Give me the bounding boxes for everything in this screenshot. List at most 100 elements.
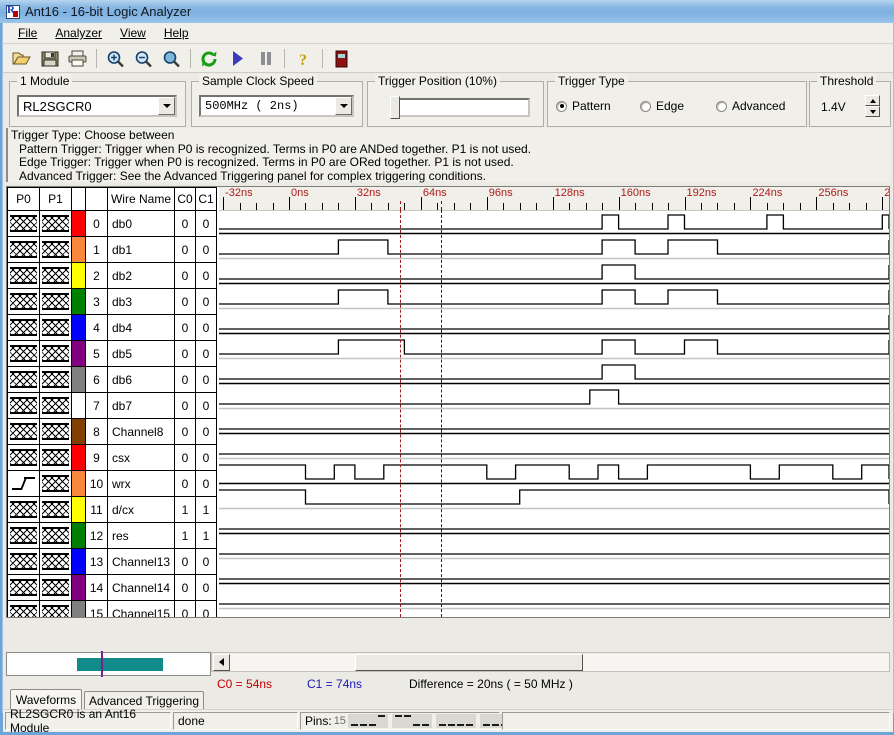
p1-cell[interactable] [40, 237, 72, 263]
scrollbar-track[interactable] [230, 654, 889, 671]
menu-item-file[interactable]: File [9, 24, 46, 42]
chevron-down-icon[interactable] [158, 97, 175, 115]
p1-cell[interactable] [40, 601, 72, 619]
print-icon[interactable] [65, 47, 90, 71]
p0-cell[interactable] [8, 497, 40, 523]
p0-cell[interactable] [8, 289, 40, 315]
p1-cell[interactable] [40, 211, 72, 237]
channel-name-cell[interactable]: db5 [108, 341, 175, 367]
module-select[interactable]: RL2SGCR0 [17, 95, 177, 117]
p0-cell[interactable] [8, 523, 40, 549]
zoom-in-icon[interactable] [103, 47, 128, 71]
p0-cell[interactable] [8, 471, 40, 497]
p1-cell[interactable] [40, 315, 72, 341]
zoom-fit-icon[interactable] [159, 47, 184, 71]
channel-name-cell[interactable]: db7 [108, 393, 175, 419]
channel-name-cell[interactable]: db4 [108, 315, 175, 341]
table-row[interactable]: 15Channel1500 [8, 601, 217, 619]
p1-cell[interactable] [40, 575, 72, 601]
scroll-left-button[interactable] [213, 654, 230, 671]
tab-waveforms[interactable]: Waveforms [10, 689, 82, 709]
cursor-c0[interactable] [400, 210, 401, 617]
p0-cell[interactable] [8, 575, 40, 601]
p0-cell[interactable] [8, 445, 40, 471]
radio-advanced[interactable]: Advanced [716, 99, 785, 113]
p1-cell[interactable] [40, 471, 72, 497]
table-row[interactable]: 9csx00 [8, 445, 217, 471]
p0-cell[interactable] [8, 419, 40, 445]
menu-item-analyzer[interactable]: Analyzer [46, 24, 111, 42]
channel-name-cell[interactable]: Channel8 [108, 419, 175, 445]
table-row[interactable]: 7db700 [8, 393, 217, 419]
channel-name-cell[interactable]: d/cx [108, 497, 175, 523]
menu-item-help[interactable]: Help [155, 24, 198, 42]
menu-item-view[interactable]: View [111, 24, 155, 42]
trigger-position-slider[interactable] [390, 98, 530, 117]
save-file-icon[interactable] [37, 47, 62, 71]
p0-cell[interactable] [8, 367, 40, 393]
channel-name-cell[interactable]: Channel13 [108, 549, 175, 575]
p0-cell[interactable] [8, 549, 40, 575]
channel-name-cell[interactable]: db0 [108, 211, 175, 237]
p1-cell[interactable] [40, 341, 72, 367]
threshold-stepper[interactable] [865, 95, 880, 117]
p1-cell[interactable] [40, 549, 72, 575]
threshold-stepper-down[interactable] [865, 106, 880, 117]
channel-name-cell[interactable]: db6 [108, 367, 175, 393]
cursor-c1[interactable] [441, 210, 442, 617]
table-row[interactable]: 13Channel1300 [8, 549, 217, 575]
p1-cell[interactable] [40, 445, 72, 471]
table-row[interactable]: 11d/cx11 [8, 497, 217, 523]
p0-cell[interactable] [8, 237, 40, 263]
scrollbar-thumb[interactable] [355, 654, 583, 671]
radio-pattern[interactable]: Pattern [556, 99, 611, 113]
overview-navigator[interactable] [6, 652, 211, 676]
table-row[interactable]: 14Channel1400 [8, 575, 217, 601]
overview-position-marker[interactable] [101, 651, 103, 677]
channel-name-cell[interactable]: Channel14 [108, 575, 175, 601]
p0-cell[interactable] [8, 393, 40, 419]
run-icon[interactable] [225, 47, 250, 71]
open-file-icon[interactable] [9, 47, 34, 71]
table-row[interactable]: 2db200 [8, 263, 217, 289]
table-row[interactable]: 8Channel800 [8, 419, 217, 445]
pause-icon[interactable] [253, 47, 278, 71]
channel-name-cell[interactable]: Channel15 [108, 601, 175, 619]
p1-cell[interactable] [40, 497, 72, 523]
chevron-down-icon[interactable] [335, 97, 352, 115]
p1-cell[interactable] [40, 263, 72, 289]
p0-cell[interactable] [8, 341, 40, 367]
table-row[interactable]: 4db400 [8, 315, 217, 341]
p0-cell[interactable] [8, 263, 40, 289]
radio-edge[interactable]: Edge [640, 99, 684, 113]
channel-name-cell[interactable]: db1 [108, 237, 175, 263]
p1-cell[interactable] [40, 523, 72, 549]
p0-cell[interactable] [8, 315, 40, 341]
threshold-stepper-up[interactable] [865, 95, 880, 106]
table-row[interactable]: 10wrx00 [8, 471, 217, 497]
p1-cell[interactable] [40, 289, 72, 315]
horizontal-scrollbar[interactable] [211, 652, 890, 672]
table-row[interactable]: 5db500 [8, 341, 217, 367]
trigger-position-thumb[interactable] [390, 96, 400, 119]
sample-clock-select[interactable]: 500MHz ( 2ns) [199, 95, 354, 117]
help-icon[interactable]: ? [291, 47, 316, 71]
channel-name-cell[interactable]: res [108, 523, 175, 549]
zoom-out-icon[interactable] [131, 47, 156, 71]
channel-name-cell[interactable]: db2 [108, 263, 175, 289]
channel-name-cell[interactable]: db3 [108, 289, 175, 315]
refresh-icon[interactable] [197, 47, 222, 71]
p1-cell[interactable] [40, 419, 72, 445]
channel-name-cell[interactable]: wrx [108, 471, 175, 497]
waveform-traces[interactable] [219, 210, 889, 617]
channel-name-cell[interactable]: csx [108, 445, 175, 471]
table-row[interactable]: 3db300 [8, 289, 217, 315]
table-row[interactable]: 12res11 [8, 523, 217, 549]
p1-cell[interactable] [40, 367, 72, 393]
table-row[interactable]: 6db600 [8, 367, 217, 393]
p0-cell[interactable] [8, 601, 40, 619]
table-row[interactable]: 1db100 [8, 237, 217, 263]
p0-cell[interactable] [8, 211, 40, 237]
p1-cell[interactable] [40, 393, 72, 419]
exit-icon[interactable] [329, 47, 354, 71]
